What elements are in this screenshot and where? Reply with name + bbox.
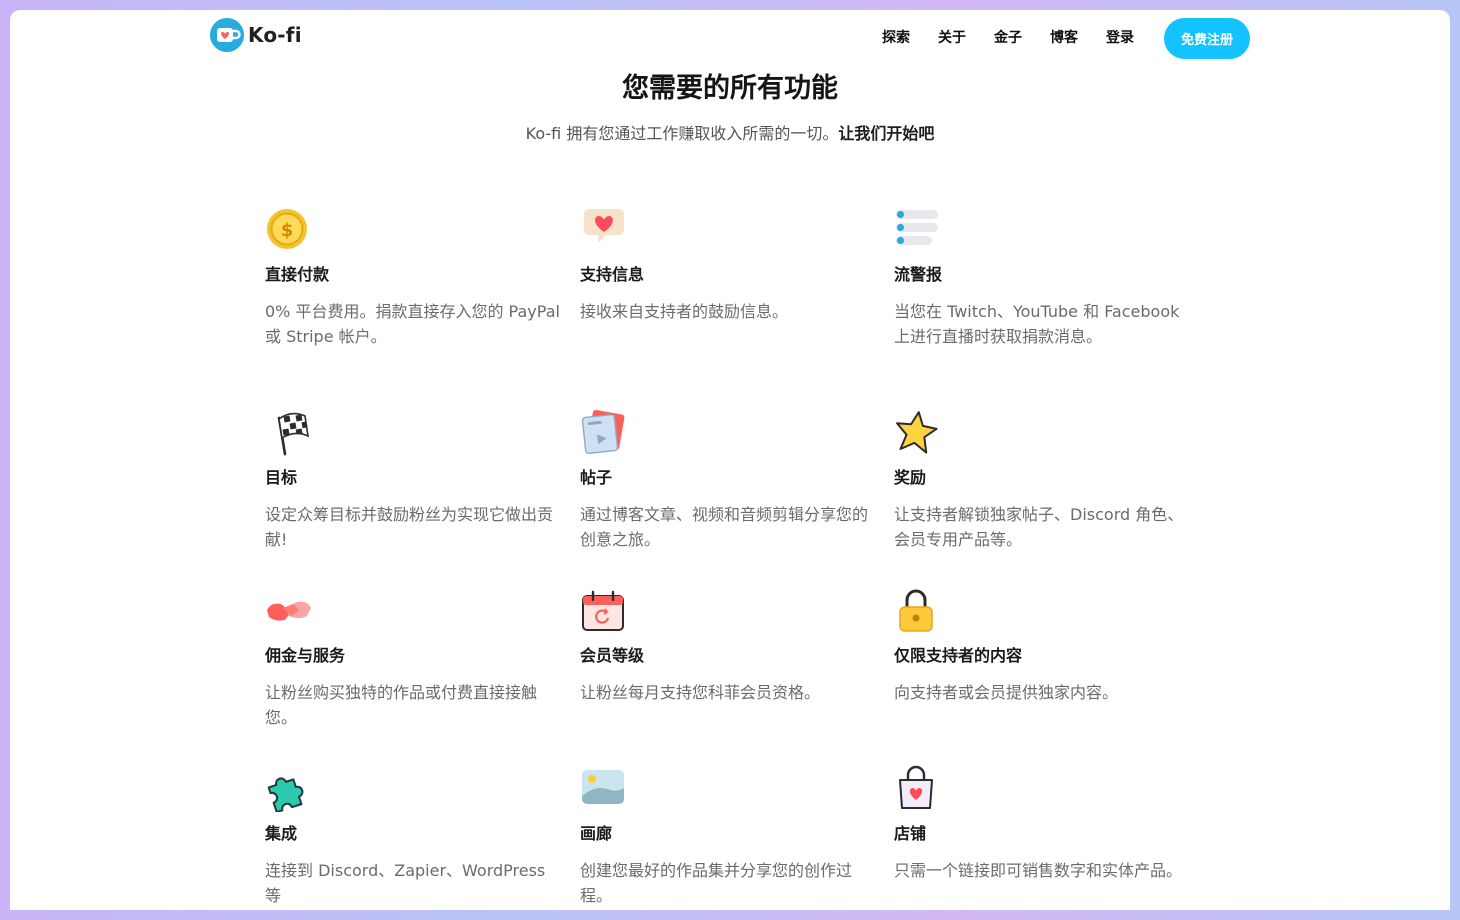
logo-text: Ko-fi [248,23,302,47]
feature-description: 设定众筹目标并鼓励粉丝为实现它做出贡献! [265,505,554,549]
feature-title: 直接付款 [265,265,330,284]
feature-description: 让支持者解锁独家帖子、Discord 角色、会员专用产品等。 [894,505,1184,549]
stream-alert-icon [896,210,938,245]
feature-description: 让粉丝购买独特的作品或付费直接接触您。 [265,683,538,727]
browser-window: Ko-fi 探索 关于 金子 博客 登录 免费注册 您需要的所有功能 Ko-fi… [10,10,1450,910]
feature-description: 创建您最好的作品集并分享您的创作过程。 [580,861,853,905]
feature-goals: 目标 设定众筹目标并鼓励粉丝为实现它做出贡献! [265,408,565,549]
feature-title: 店铺 [894,824,927,843]
feature-supporter-content: 仅限支持者的内容 向支持者或会员提供独家内容。 [894,586,1194,702]
feature-shop: 店铺 只需一个链接即可销售数字和实体产品。 [894,764,1194,880]
hero-subtitle-text: Ko-fi 拥有您通过工作赚取收入所需的一切。 [525,124,839,143]
hero-subtitle: Ko-fi 拥有您通过工作赚取收入所需的一切。让我们开始吧 [10,120,1450,144]
feature-integrations: 集成 连接到 Discord、Zapier、WordPress 等 [265,764,565,905]
site-header: Ko-fi 探索 关于 金子 博客 登录 免费注册 [10,10,1450,68]
padlock-icon [899,589,933,632]
feature-title: 支持信息 [580,265,645,284]
signup-button[interactable]: 免费注册 [1164,18,1250,59]
feature-membership-tiers: 会员等级 让粉丝每月支持您科菲会员资格。 [580,586,880,702]
feature-gallery: 画廊 创建您最好的作品集并分享您的创作过程。 [580,764,880,905]
puzzle-icon [267,777,304,812]
feature-title: 帖子 [580,468,613,487]
kofi-logo[interactable]: Ko-fi [210,18,302,52]
svg-text:$: $ [281,220,294,241]
kofi-cup-icon [210,18,244,52]
nav-explore[interactable]: 探索 [868,28,924,48]
feature-support-messages: 支持信息 接收来自支持者的鼓励信息。 [580,205,880,321]
feature-title: 目标 [265,468,298,487]
feature-posts: 帖子 通过博客文章、视频和音频剪辑分享您的创意之旅。 [580,408,880,549]
feature-title: 奖励 [894,468,927,487]
handshake-icon [267,601,311,621]
get-started-link[interactable]: 让我们开始吧 [838,124,934,143]
page-title: 您需要的所有功能 [622,73,838,104]
feature-description: 让粉丝每月支持您科菲会员资格。 [580,683,821,702]
feature-stream-alerts: 流警报 当您在 Twitch、YouTube 和 Facebook 上进行直播时… [894,205,1194,346]
feature-description: 向支持者或会员提供独家内容。 [894,683,1119,702]
feature-commissions: 佣金与服务 让粉丝购买独特的作品或付费直接接触您。 [265,586,565,727]
coin-icon: $ [267,209,307,249]
heart-message-icon [584,209,624,243]
feature-direct-payments: $ 直接付款 0% 平台费用。捐款直接存入您的 PayPal 或 Stripe … [265,205,565,346]
feature-title: 会员等级 [580,646,645,665]
feature-title: 流警报 [894,265,943,284]
posts-icon [581,409,625,454]
feature-title: 集成 [265,824,298,843]
feature-description: 连接到 Discord、Zapier、WordPress 等 [265,861,546,905]
nav-about[interactable]: 关于 [924,28,980,48]
feature-description: 0% 平台费用。捐款直接存入您的 PayPal 或 Stripe 帐户。 [265,302,560,346]
feature-description: 只需一个链接即可销售数字和实体产品。 [894,861,1183,880]
feature-description: 当您在 Twitch、YouTube 和 Facebook 上进行直播时获取捐款… [894,302,1180,346]
feature-description: 通过博客文章、视频和音频剪辑分享您的创意之旅。 [580,505,869,549]
nav-gold[interactable]: 金子 [980,28,1036,48]
feature-title: 仅限支持者的内容 [894,646,1023,665]
nav-login[interactable]: 登录 [1092,28,1148,48]
main-nav: 探索 关于 金子 博客 登录 [868,28,1148,48]
feature-title: 佣金与服务 [265,646,346,665]
feature-description: 接收来自支持者的鼓励信息。 [580,302,789,321]
feature-rewards: 奖励 让支持者解锁独家帖子、Discord 角色、会员专用产品等。 [894,408,1194,549]
nav-blog[interactable]: 博客 [1036,28,1092,48]
shopping-bag-icon [899,765,933,809]
star-icon [896,411,938,454]
calendar-icon [582,590,624,631]
feature-title: 画廊 [580,824,613,843]
checkered-flag-icon [277,412,310,456]
gallery-icon [582,770,624,804]
